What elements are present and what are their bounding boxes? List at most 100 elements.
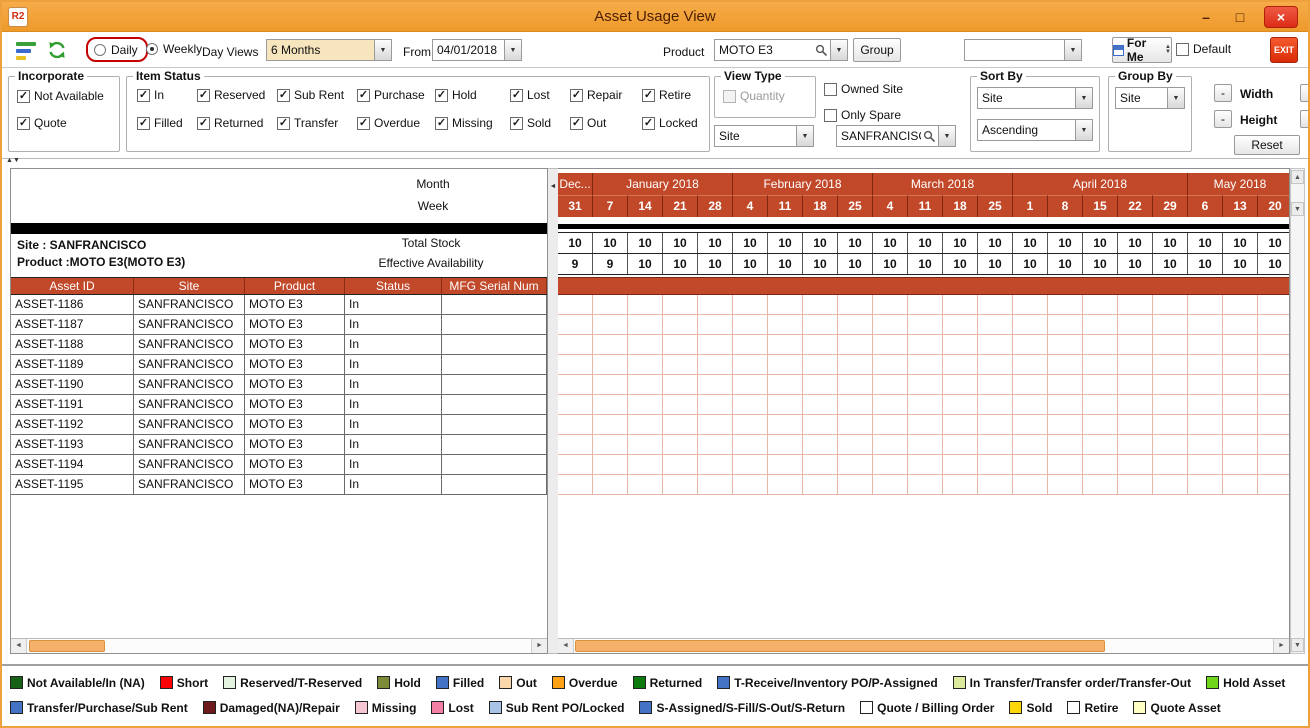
- status-sold-box[interactable]: ✓: [510, 117, 523, 130]
- column-header-product[interactable]: Product: [245, 278, 345, 294]
- week-header[interactable]: 4: [733, 195, 768, 217]
- calendar-cell[interactable]: [628, 315, 663, 334]
- calendar-cell[interactable]: [1188, 315, 1223, 334]
- calendar-cell[interactable]: [1118, 375, 1153, 394]
- calendar-cell[interactable]: [698, 435, 733, 454]
- table-row[interactable]: ASSET-1190SANFRANCISCOMOTO E3In: [11, 375, 547, 395]
- calendar-cell[interactable]: [558, 395, 593, 414]
- calendar-cell[interactable]: [663, 475, 698, 494]
- week-header[interactable]: 28: [698, 195, 733, 217]
- status-reserved[interactable]: ✓Reserved: [197, 88, 277, 102]
- calendar-cell[interactable]: [593, 395, 628, 414]
- calendar-cell[interactable]: [1048, 315, 1083, 334]
- quantity-checkbox-box[interactable]: [723, 90, 736, 103]
- calendar-cell[interactable]: [628, 455, 663, 474]
- daily-radio-circle[interactable]: [94, 44, 106, 56]
- calendar-cell[interactable]: [1223, 335, 1258, 354]
- search-icon[interactable]: [813, 44, 830, 57]
- calendar-cell[interactable]: [943, 395, 978, 414]
- calendar-cell[interactable]: [628, 415, 663, 434]
- calendar-cell[interactable]: [838, 315, 873, 334]
- close-icon[interactable]: ×: [1264, 6, 1298, 28]
- view-mode-dropdown[interactable]: Site ▼: [714, 125, 814, 147]
- calendar-cell[interactable]: [873, 395, 908, 414]
- column-header-status[interactable]: Status: [345, 278, 442, 294]
- calendar-cell[interactable]: [768, 475, 803, 494]
- calendar-cell[interactable]: [838, 375, 873, 394]
- calendar-cell[interactable]: [803, 395, 838, 414]
- status-in-box[interactable]: ✓: [137, 89, 150, 102]
- calendar-cell[interactable]: [1083, 455, 1118, 474]
- scrollbar-thumb[interactable]: [575, 640, 1105, 652]
- calendar-cell[interactable]: [838, 435, 873, 454]
- calendar-cell[interactable]: [558, 415, 593, 434]
- calendar-cell[interactable]: [1083, 295, 1118, 314]
- calendar-cell[interactable]: [733, 295, 768, 314]
- calendar-cell[interactable]: [1118, 335, 1153, 354]
- calendar-cell[interactable]: [1258, 415, 1290, 434]
- calendar-cell[interactable]: [978, 475, 1013, 494]
- owned-site-checkbox-box[interactable]: [824, 83, 837, 96]
- calendar-cell[interactable]: [1048, 355, 1083, 374]
- calendar-cell[interactable]: [1013, 435, 1048, 454]
- calendar-cell[interactable]: [1223, 455, 1258, 474]
- calendar-cell[interactable]: [768, 455, 803, 474]
- calendar-cell[interactable]: [1083, 395, 1118, 414]
- calendar-cell[interactable]: [1153, 395, 1188, 414]
- calendar-cell[interactable]: [558, 335, 593, 354]
- height-decrease-button[interactable]: -: [1214, 110, 1232, 128]
- calendar-cell[interactable]: [768, 295, 803, 314]
- calendar-cell[interactable]: [663, 295, 698, 314]
- calendar-cell[interactable]: [1223, 355, 1258, 374]
- table-row[interactable]: ASSET-1186SANFRANCISCOMOTO E3In: [11, 295, 547, 315]
- calendar-cell[interactable]: [698, 315, 733, 334]
- calendar-cell[interactable]: [873, 335, 908, 354]
- calendar-cell[interactable]: [1153, 435, 1188, 454]
- scroll-left-icon[interactable]: ◄: [558, 639, 574, 653]
- column-header-site[interactable]: Site: [134, 278, 245, 294]
- calendar-cell[interactable]: [1013, 395, 1048, 414]
- calendar-cell[interactable]: [1188, 335, 1223, 354]
- calendar-cell[interactable]: [1223, 395, 1258, 414]
- calendar-cell[interactable]: [908, 395, 943, 414]
- calendar-cell[interactable]: [1013, 475, 1048, 494]
- splitter-collapse-icon[interactable]: ▲▼: [6, 157, 20, 164]
- table-row[interactable]: ASSET-1187SANFRANCISCOMOTO E3In: [11, 315, 547, 335]
- calendar-cell[interactable]: [663, 335, 698, 354]
- calendar-cell[interactable]: [663, 375, 698, 394]
- group-by-dropdown[interactable]: Site ▼: [1115, 87, 1185, 109]
- calendar-cell[interactable]: [803, 315, 838, 334]
- calendar-cell[interactable]: [1048, 415, 1083, 434]
- calendar-cell[interactable]: [803, 475, 838, 494]
- calendar-cell[interactable]: [628, 335, 663, 354]
- calendar-cell[interactable]: [768, 415, 803, 434]
- from-date-input[interactable]: 04/01/2018 ▼: [432, 39, 522, 61]
- column-header-mfg-serial-num[interactable]: MFG Serial Num: [442, 278, 547, 294]
- calendar-cell[interactable]: [1258, 435, 1290, 454]
- week-header[interactable]: 18: [943, 195, 978, 217]
- only-spare-checkbox-box[interactable]: [824, 109, 837, 122]
- calendar-cell[interactable]: [593, 295, 628, 314]
- calendar-cell[interactable]: [733, 335, 768, 354]
- calendar-cell[interactable]: [978, 315, 1013, 334]
- calendar-cell[interactable]: [1048, 375, 1083, 394]
- calendar-cell[interactable]: [978, 295, 1013, 314]
- chevron-down-icon[interactable]: ▼: [1075, 120, 1092, 140]
- calendar-cell[interactable]: [1118, 415, 1153, 434]
- calendar-cell[interactable]: [733, 475, 768, 494]
- status-lost[interactable]: ✓Lost: [510, 88, 570, 102]
- calendar-cell[interactable]: [1188, 395, 1223, 414]
- maximize-icon[interactable]: □: [1230, 9, 1250, 25]
- calendar-cell[interactable]: [733, 415, 768, 434]
- scroll-up-icon[interactable]: ▲: [1291, 170, 1304, 184]
- calendar-cell[interactable]: [1223, 375, 1258, 394]
- week-header[interactable]: 18: [803, 195, 838, 217]
- calendar-cell[interactable]: [838, 355, 873, 374]
- calendar-cell[interactable]: [768, 375, 803, 394]
- calendar-cell[interactable]: [628, 355, 663, 374]
- week-header[interactable]: 20: [1258, 195, 1290, 217]
- default-checkbox-box[interactable]: [1176, 43, 1189, 56]
- calendar-cell[interactable]: [1258, 295, 1290, 314]
- status-sold[interactable]: ✓Sold: [510, 116, 570, 130]
- calendar-cell[interactable]: [698, 295, 733, 314]
